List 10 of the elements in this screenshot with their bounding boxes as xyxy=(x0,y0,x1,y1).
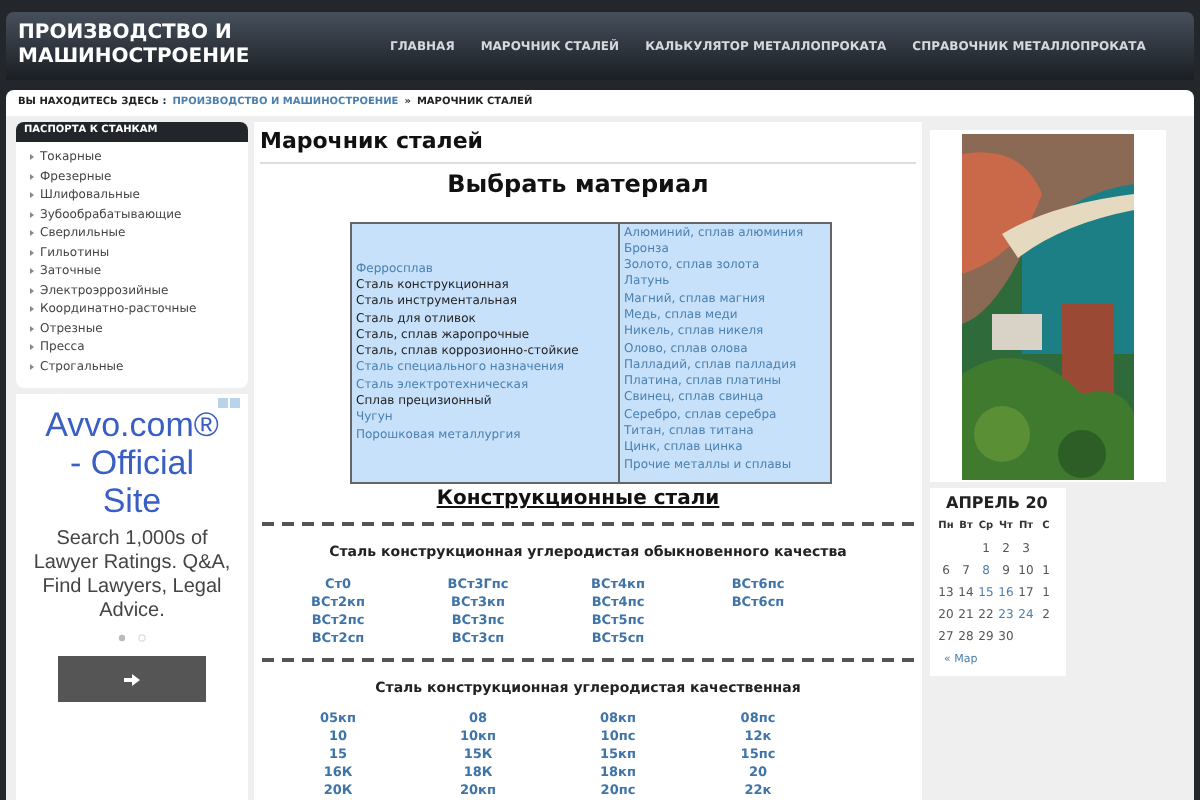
site-title[interactable]: ПРОИЗВОДСТВО И МАШИНОСТРОЕНИЕ xyxy=(18,22,338,70)
ad-headline[interactable]: Avvo.com® - Official Site xyxy=(36,406,228,520)
calendar-title: АПРЕЛЬ 20 xyxy=(944,492,1050,516)
page-title: Марочник сталей xyxy=(260,126,916,163)
ad-text: Search 1,000s of Lawyer Ratings. Q&A, Find Lawyers, Legal Advice. xyxy=(31,528,233,624)
section-heading: Выбрать материал xyxy=(445,167,711,201)
arrow-icon xyxy=(124,673,140,685)
ad-info-icon xyxy=(218,398,242,408)
section-link[interactable]: Конструкционные стали xyxy=(260,484,896,514)
ad-arrow-button[interactable] xyxy=(58,656,206,702)
